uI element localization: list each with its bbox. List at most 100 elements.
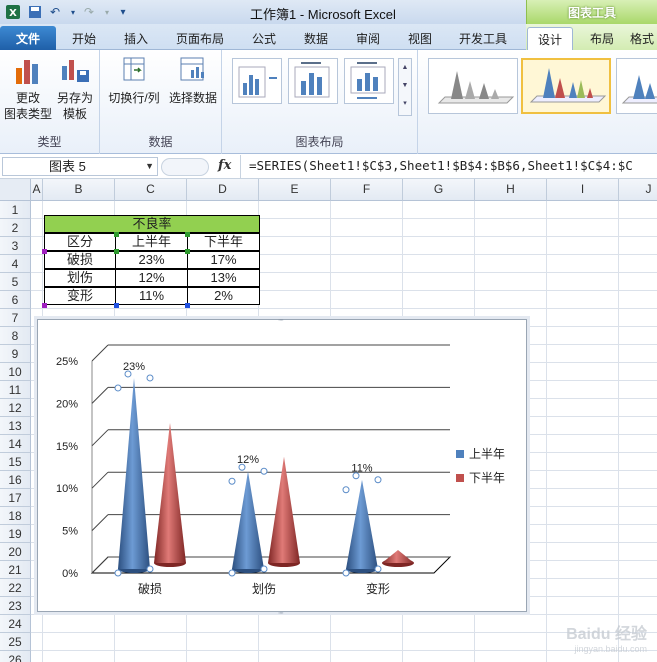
legend-item-series-1[interactable]: 上半年 [456,445,505,462]
column-header-I[interactable]: I [547,179,619,201]
row-header-24[interactable]: 24 [0,615,31,633]
insert-function-icon[interactable]: fx [218,158,231,173]
table-cell-r1-c1[interactable]: 破损 [44,251,116,269]
tab-formulas[interactable]: 公式 [242,27,286,50]
layout-gallery-scroll[interactable]: ▲ ▼ ▾ [398,58,412,116]
column-header-F[interactable]: F [331,179,403,201]
cone-上半年-划伤[interactable] [232,471,264,569]
row-header-19[interactable]: 19 [0,525,31,543]
undo-icon[interactable]: ↶ [46,3,64,21]
switch-row-column-button[interactable]: 切换行/列 [106,54,162,106]
row-header-25[interactable]: 25 [0,633,31,651]
row-header-1[interactable]: 1 [0,201,31,219]
row-header-22[interactable]: 22 [0,579,31,597]
chart-style-1[interactable] [428,58,518,114]
chart-style-3[interactable] [616,58,657,114]
selection-handle[interactable] [260,467,268,475]
select-all-corner[interactable] [0,179,31,201]
row-header-10[interactable]: 10 [0,363,31,381]
selection-handle[interactable] [374,565,382,573]
column-header-C[interactable]: C [115,179,187,201]
selection-handle[interactable] [342,569,350,577]
cone-chart[interactable]: ∙∙∙∙ ∙∙∙∙ 0% 5% 10% 15% 20% 25% 23% 破损 12% 划伤 11% 变… [37,315,527,617]
tab-format[interactable]: 格式 [630,27,657,50]
table-cell-r3-c3[interactable]: 2% [187,287,260,305]
tab-page-layout[interactable]: 页面布局 [170,27,230,50]
name-box[interactable]: 图表 5 ▼ [2,157,158,176]
row-header-16[interactable]: 16 [0,471,31,489]
column-header-A[interactable]: A [31,179,43,201]
row-header-21[interactable]: 21 [0,561,31,579]
row-header-26[interactable]: 26 [0,651,31,662]
cone-上半年-破损[interactable] [118,377,150,569]
table-cell-r3-c1[interactable]: 变形 [44,287,116,305]
tab-insert[interactable]: 插入 [114,27,158,50]
tab-file[interactable]: 文件 [0,26,56,50]
chart-layout-3[interactable] [344,58,394,104]
table-cell-r3-c2[interactable]: 11% [115,287,188,305]
cone-下半年-破损[interactable] [154,422,186,563]
selection-handle[interactable] [342,486,350,494]
column-header-J[interactable]: J [619,179,657,201]
row-header-6[interactable]: 6 [0,291,31,309]
row-header-20[interactable]: 20 [0,543,31,561]
column-header-D[interactable]: D [187,179,259,201]
excel-logo-icon[interactable]: X [4,3,22,21]
scroll-down-icon[interactable]: ▼ [399,77,411,95]
row-header-12[interactable]: 12 [0,399,31,417]
selection-handle[interactable] [146,565,154,573]
column-header-E[interactable]: E [259,179,331,201]
column-header-G[interactable]: G [403,179,475,201]
range-handle-series-name[interactable] [185,232,190,237]
row-header-5[interactable]: 5 [0,273,31,291]
table-header-h1[interactable]: 上半年 [115,233,188,251]
save-icon[interactable] [26,3,44,21]
change-chart-type-button[interactable]: 更改 图表类型 [4,54,52,122]
selection-handle[interactable] [228,569,236,577]
selection-handle[interactable] [260,565,268,573]
chart-layout-1[interactable] [232,58,282,104]
tab-view[interactable]: 视图 [398,27,442,50]
table-header-h2[interactable]: 下半年 [187,233,260,251]
expand-gallery-icon[interactable]: ▾ [399,95,411,113]
row-header-23[interactable]: 23 [0,597,31,615]
name-box-dropdown-icon[interactable]: ▼ [145,158,154,175]
table-cell-r2-c1[interactable]: 划伤 [44,269,116,287]
save-as-template-button[interactable]: 另存为 模板 [52,54,98,122]
row-header-3[interactable]: 3 [0,237,31,255]
range-handle-series-name[interactable] [114,232,119,237]
tab-design[interactable]: 设计 [527,27,573,50]
row-header-8[interactable]: 8 [0,327,31,345]
tab-home[interactable]: 开始 [62,27,106,50]
row-header-7[interactable]: 7 [0,309,31,327]
selection-handle[interactable] [146,374,154,382]
selection-handle[interactable] [228,477,236,485]
select-data-button[interactable]: 选择数据 [166,54,220,106]
range-handle-series-name[interactable] [185,249,190,254]
cone-上半年-变形[interactable] [346,479,378,569]
range-handle-values[interactable] [114,303,119,308]
table-cell-r2-c2[interactable]: 12% [115,269,188,287]
table-cell-r2-c3[interactable]: 13% [187,269,260,287]
row-header-4[interactable]: 4 [0,255,31,273]
tab-review[interactable]: 审阅 [346,27,390,50]
row-header-18[interactable]: 18 [0,507,31,525]
formula-bar-splitter[interactable] [161,158,209,176]
row-header-15[interactable]: 15 [0,453,31,471]
formula-input[interactable]: =SERIES(Sheet1!$C$3,Sheet1!$B$4:$B$6,She… [240,155,657,178]
table-header-category[interactable]: 区分 [44,233,116,251]
row-header-11[interactable]: 11 [0,381,31,399]
redo-icon[interactable]: ↷ [80,3,98,21]
selection-handle[interactable] [114,569,122,577]
row-header-2[interactable]: 2 [0,219,31,237]
range-handle-values[interactable] [185,303,190,308]
row-header-17[interactable]: 17 [0,489,31,507]
legend-item-series-2[interactable]: 下半年 [456,469,505,486]
table-cell-r1-c2[interactable]: 23% [115,251,188,269]
tab-developer[interactable]: 开发工具 [450,27,516,50]
column-header-B[interactable]: B [43,179,115,201]
range-handle-categories[interactable] [42,303,47,308]
table-title[interactable]: 不良率 [44,215,260,233]
customize-toolbar-icon[interactable]: ▾ [114,3,132,21]
row-header-14[interactable]: 14 [0,435,31,453]
